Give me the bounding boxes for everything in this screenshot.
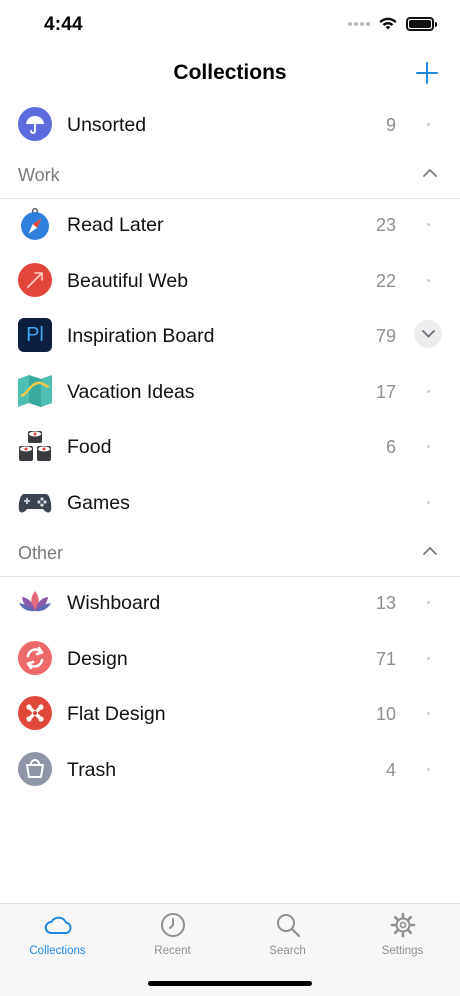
drag-handle-dot <box>427 768 430 771</box>
drag-handle-dot <box>427 223 430 226</box>
battery-icon <box>406 16 437 31</box>
collection-label: Trash <box>67 759 117 781</box>
collection-row-trash[interactable]: Trash 4 <box>0 743 460 798</box>
collection-count: 17 <box>375 382 396 402</box>
tab-label: Search <box>269 945 306 957</box>
collection-label: Read Later <box>67 214 164 236</box>
chevron-up-icon <box>423 168 437 177</box>
drag-handle-dot <box>427 601 430 604</box>
collection-row-inspiration-board[interactable]: Pl Inspiration Board 79 <box>0 309 460 364</box>
collection-row-vacation-ideas[interactable]: Vacation Ideas 17 <box>0 365 460 420</box>
pl-logo-icon: Pl <box>18 318 52 352</box>
chevron-down-icon <box>421 330 435 338</box>
gear-icon <box>345 912 460 940</box>
collection-row-unsorted[interactable]: Unsorted 9 <box>0 98 460 153</box>
tab-label: Collections <box>29 945 86 957</box>
sushi-icon <box>18 429 52 463</box>
cloud-icon <box>0 912 115 940</box>
status-indicators <box>348 16 437 31</box>
collection-label: Unsorted <box>67 114 147 136</box>
collection-count: 4 <box>385 760 396 780</box>
tab-search[interactable]: Search <box>230 912 345 957</box>
status-time: 4:44 <box>44 14 83 35</box>
add-collection-button[interactable] <box>414 60 440 86</box>
collection-label: Vacation Ideas <box>67 381 195 403</box>
tab-settings[interactable]: Settings <box>345 912 460 957</box>
compass-icon <box>18 207 52 241</box>
status-bar: 4:44 <box>0 0 460 50</box>
collection-label: Wishboard <box>67 592 161 614</box>
collection-row-food[interactable]: Food 6 <box>0 420 460 475</box>
tab-label: Settings <box>381 945 424 957</box>
collection-row-wishboard[interactable]: Wishboard 13 <box>0 576 460 631</box>
drag-handle-dot <box>427 712 430 715</box>
chevron-up-icon <box>423 546 437 555</box>
collection-row-design[interactable]: Design 71 <box>0 632 460 687</box>
collection-count: 79 <box>375 326 396 346</box>
gamepad-icon <box>18 485 52 519</box>
collection-count: 9 <box>385 115 396 135</box>
tab-label: Recent <box>154 945 191 957</box>
collection-label: Inspiration Board <box>67 325 215 347</box>
page-title: Collections <box>173 61 287 84</box>
signal-icon <box>348 21 370 26</box>
tab-recent[interactable]: Recent <box>115 912 230 957</box>
sync-icon <box>18 641 52 675</box>
collection-row-read-later[interactable]: Read Later 23 <box>0 198 460 253</box>
home-indicator <box>148 981 312 986</box>
wifi-icon <box>379 17 397 30</box>
collection-count: 23 <box>375 215 396 235</box>
collection-count: 13 <box>375 593 396 613</box>
collection-label: Food <box>67 436 112 458</box>
collection-row-beautiful-web[interactable]: Beautiful Web 22 <box>0 254 460 309</box>
drag-handle-dot <box>427 390 430 393</box>
collection-count: 22 <box>375 271 396 291</box>
drag-handle-dot <box>427 657 430 660</box>
section-title: Other <box>18 543 64 563</box>
arrow-icon <box>18 263 52 297</box>
pl-logo-text: Pl <box>26 323 44 346</box>
tab-collections[interactable]: Collections <box>0 912 115 957</box>
collection-label: Design <box>67 648 128 670</box>
expand-children-button[interactable] <box>414 320 442 348</box>
collection-label: Beautiful Web <box>67 270 189 292</box>
drag-handle-dot <box>427 279 430 282</box>
collection-label: Flat Design <box>67 703 166 725</box>
lotus-icon <box>18 585 52 619</box>
collection-row-flat-design[interactable]: Flat Design 10 <box>0 687 460 742</box>
joomla-icon <box>18 696 52 730</box>
drag-handle-dot <box>427 123 430 126</box>
search-icon <box>230 912 345 940</box>
drag-handle-dot <box>427 445 430 448</box>
collection-count: 10 <box>375 704 396 724</box>
section-title: Work <box>18 165 60 185</box>
collection-label: Games <box>67 492 130 514</box>
nav-bar: Collections <box>0 50 460 98</box>
collection-count: 71 <box>375 649 396 669</box>
collection-row-games[interactable]: Games <box>0 476 460 531</box>
section-header-other[interactable]: Other <box>0 532 460 576</box>
drag-handle-dot <box>427 501 430 504</box>
clock-icon <box>115 912 230 940</box>
umbrella-icon <box>18 107 52 141</box>
trash-icon <box>18 752 52 786</box>
section-header-work[interactable]: Work <box>0 154 460 198</box>
collection-count: 6 <box>385 437 396 457</box>
map-icon <box>18 374 52 408</box>
